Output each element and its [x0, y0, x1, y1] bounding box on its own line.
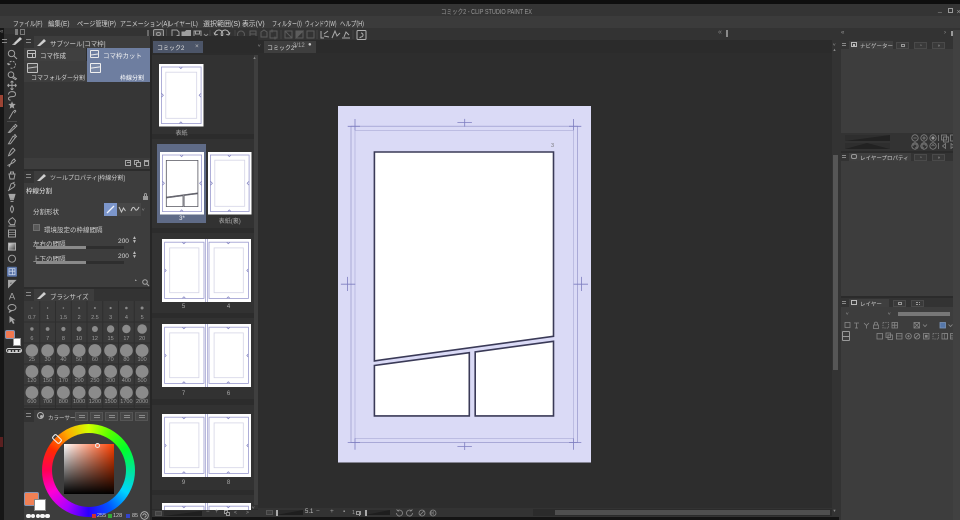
svg-text:1200: 1200	[89, 399, 101, 405]
svg-text:250: 250	[90, 378, 99, 384]
svg-text:25: 25	[29, 357, 35, 363]
svg-text:2: 2	[78, 315, 81, 321]
svg-text:A: A	[9, 292, 16, 303]
svg-text:10: 10	[76, 336, 82, 342]
svg-text:200: 200	[75, 378, 84, 384]
svg-text:1: 1	[46, 315, 49, 321]
svg-text:3: 3	[551, 143, 554, 149]
svg-text:5: 5	[141, 315, 144, 321]
svg-text:2000: 2000	[136, 399, 148, 405]
svg-text:50: 50	[76, 357, 82, 363]
svg-text:1700: 1700	[120, 399, 132, 405]
svg-text:60: 60	[92, 357, 98, 363]
svg-text:400: 400	[122, 378, 131, 384]
svg-text:1.5: 1.5	[60, 315, 68, 321]
svg-text:3: 3	[109, 315, 112, 321]
svg-text:70: 70	[108, 357, 114, 363]
svg-text:4: 4	[125, 315, 128, 321]
svg-text:150: 150	[43, 378, 52, 384]
svg-text:6: 6	[30, 336, 33, 342]
svg-text:12: 12	[92, 336, 98, 342]
svg-text:20: 20	[139, 336, 145, 342]
svg-text:80: 80	[123, 357, 129, 363]
svg-text:800: 800	[59, 399, 68, 405]
svg-text:700: 700	[43, 399, 52, 405]
svg-text:17: 17	[123, 336, 129, 342]
svg-text:15: 15	[108, 336, 114, 342]
svg-text:2.5: 2.5	[91, 315, 99, 321]
svg-text:500: 500	[138, 378, 147, 384]
svg-text:7: 7	[46, 336, 49, 342]
svg-text:120: 120	[27, 378, 36, 384]
svg-text:1000: 1000	[73, 399, 85, 405]
svg-text:600: 600	[27, 399, 36, 405]
svg-text:8: 8	[62, 336, 65, 342]
svg-text:0.7: 0.7	[28, 315, 36, 321]
svg-text:40: 40	[60, 357, 66, 363]
svg-text:170: 170	[59, 378, 68, 384]
svg-text:300: 300	[106, 378, 115, 384]
svg-text:30: 30	[45, 357, 51, 363]
svg-text:1500: 1500	[104, 399, 116, 405]
svg-text:100: 100	[138, 357, 147, 363]
